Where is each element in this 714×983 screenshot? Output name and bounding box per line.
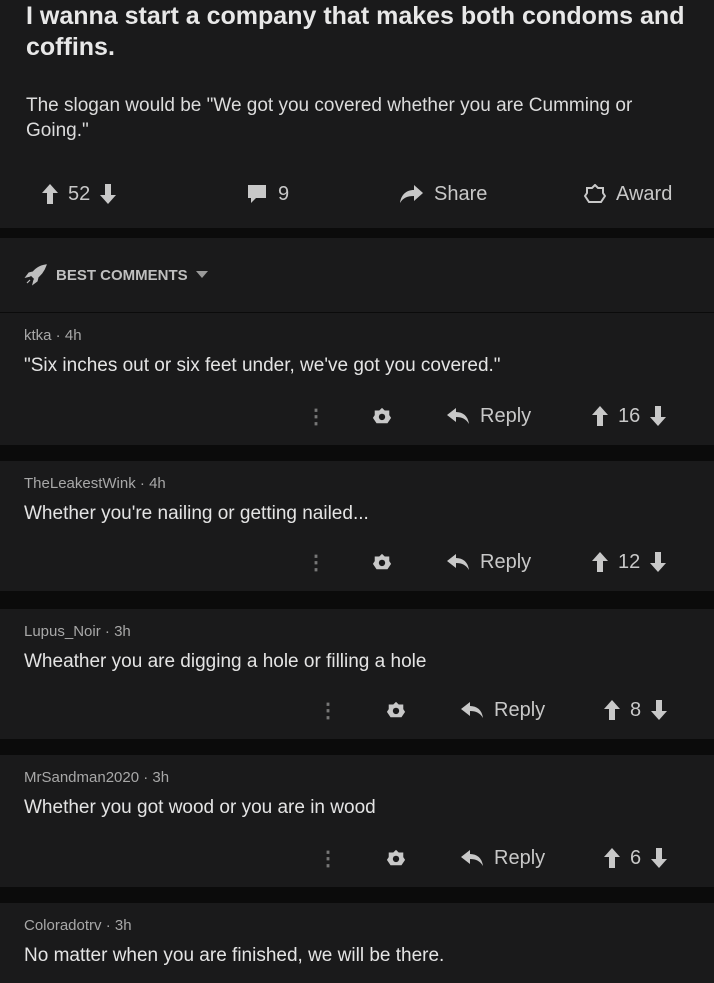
reply-button[interactable]: Reply	[446, 401, 531, 431]
chevron-down-icon	[195, 271, 208, 279]
award-label: Award	[616, 182, 673, 205]
downvote-icon[interactable]	[100, 184, 117, 204]
post-body: The slogan would be "We got you covered …	[26, 95, 633, 141]
comment-vote-group: 12	[592, 547, 667, 577]
comment-meta: TheLeakestWink · 4h	[24, 475, 166, 492]
share-label: Share	[434, 182, 488, 205]
comment-action-bar: ⋮ Reply 6	[0, 843, 714, 873]
downvote-icon[interactable]	[650, 552, 667, 572]
comment-age: 3h	[152, 769, 170, 786]
comment: Coloradotrv · 3h No matter when you are …	[0, 903, 714, 983]
more-options-icon[interactable]: ⋮	[306, 401, 326, 431]
comment-age: 3h	[114, 917, 132, 934]
award-icon[interactable]	[372, 547, 392, 577]
comment: TheLeakestWink · 4h Whether you're naili…	[0, 461, 714, 591]
more-options-icon[interactable]: ⋮	[318, 843, 338, 873]
comment-text: Wheather you are digging a hole or filli…	[24, 651, 427, 672]
comment: MrSandman2020 · 3h Whether you got wood …	[0, 755, 714, 887]
post-card: I wanna start a company that makes both …	[0, 0, 714, 228]
comment-author[interactable]: Lupus_Noir	[24, 623, 101, 640]
reply-arrow-icon	[446, 407, 470, 425]
comment-age: 4h	[64, 327, 82, 344]
comment-meta: ktka · 4h	[24, 327, 82, 344]
comment: ktka · 4h "Six inches out or six feet un…	[0, 313, 714, 445]
comment-text: "Six inches out or six feet under, we've…	[24, 355, 501, 376]
upvote-icon[interactable]	[592, 552, 608, 572]
comment-score: 8	[630, 698, 642, 721]
post-score: 52	[68, 182, 91, 205]
reply-arrow-icon	[460, 849, 484, 867]
rocket-icon	[24, 264, 48, 286]
divider	[0, 228, 714, 238]
comment-action-bar: ⋮ Reply 8	[0, 695, 714, 725]
reply-label: Reply	[480, 550, 532, 573]
comments-count: 9	[278, 182, 290, 205]
post-vote-group: 52	[42, 182, 117, 206]
upvote-icon[interactable]	[592, 406, 608, 426]
comment-score: 6	[630, 846, 642, 869]
comment-meta: Coloradotrv · 3h	[24, 917, 132, 934]
downvote-icon[interactable]	[651, 700, 668, 720]
comment-vote-group: 8	[604, 695, 668, 725]
reply-button[interactable]: Reply	[446, 547, 531, 577]
divider	[0, 591, 714, 609]
upvote-icon[interactable]	[604, 848, 620, 868]
more-options-icon[interactable]: ⋮	[306, 547, 326, 577]
award-icon[interactable]	[386, 843, 406, 873]
award-icon	[584, 184, 606, 204]
comment-action-bar: ⋮ Reply 12	[0, 547, 714, 577]
comment-age: 4h	[149, 475, 166, 492]
comment-author[interactable]: Coloradotrv	[24, 917, 102, 934]
downvote-icon[interactable]	[651, 848, 668, 868]
downvote-icon[interactable]	[650, 406, 667, 426]
divider	[0, 445, 714, 461]
award-button[interactable]: Award	[584, 183, 672, 206]
divider	[0, 887, 714, 903]
reply-button[interactable]: Reply	[460, 843, 545, 873]
sort-label: BEST COMMENTS	[56, 266, 188, 284]
reply-label: Reply	[480, 404, 532, 427]
share-button[interactable]: Share	[400, 183, 487, 206]
comment-text: Whether you got wood or you are in wood	[24, 797, 376, 818]
comment-bubble-icon	[246, 184, 268, 204]
comment: Lupus_Noir · 3h Wheather you are digging…	[0, 609, 714, 739]
upvote-icon[interactable]	[604, 700, 620, 720]
comment-text: Whether you're nailing or getting nailed…	[24, 503, 369, 524]
comment-score: 16	[618, 404, 641, 427]
post-action-bar: 52 9 Share Award	[0, 176, 714, 212]
comment-author[interactable]: ktka	[24, 327, 52, 344]
upvote-icon[interactable]	[42, 184, 58, 204]
comment-author[interactable]: TheLeakestWink	[24, 475, 136, 492]
reply-label: Reply	[494, 698, 546, 721]
comment-age: 3h	[114, 623, 131, 640]
more-options-icon[interactable]: ⋮	[318, 695, 338, 725]
reply-arrow-icon	[446, 553, 470, 571]
comment-score: 12	[618, 550, 641, 573]
reply-arrow-icon	[460, 701, 484, 719]
comment-text: No matter when you are finished, we will…	[24, 945, 445, 966]
post-title: I wanna start a company that makes both …	[26, 2, 685, 61]
post-comments-button[interactable]: 9	[246, 183, 289, 206]
comment-vote-group: 16	[592, 401, 667, 431]
comment-action-bar: ⋮ Reply 16	[0, 401, 714, 431]
share-arrow-icon	[400, 184, 424, 204]
comment-vote-group: 6	[604, 843, 668, 873]
award-icon[interactable]	[372, 401, 392, 431]
award-icon[interactable]	[386, 695, 406, 725]
comment-author[interactable]: MrSandman2020	[24, 769, 139, 786]
divider	[0, 739, 714, 755]
reply-button[interactable]: Reply	[460, 695, 545, 725]
comment-meta: Lupus_Noir · 3h	[24, 623, 131, 640]
reply-label: Reply	[494, 846, 546, 869]
comment-meta: MrSandman2020 · 3h	[24, 769, 170, 786]
sort-selector[interactable]: BEST COMMENTS	[0, 238, 714, 313]
